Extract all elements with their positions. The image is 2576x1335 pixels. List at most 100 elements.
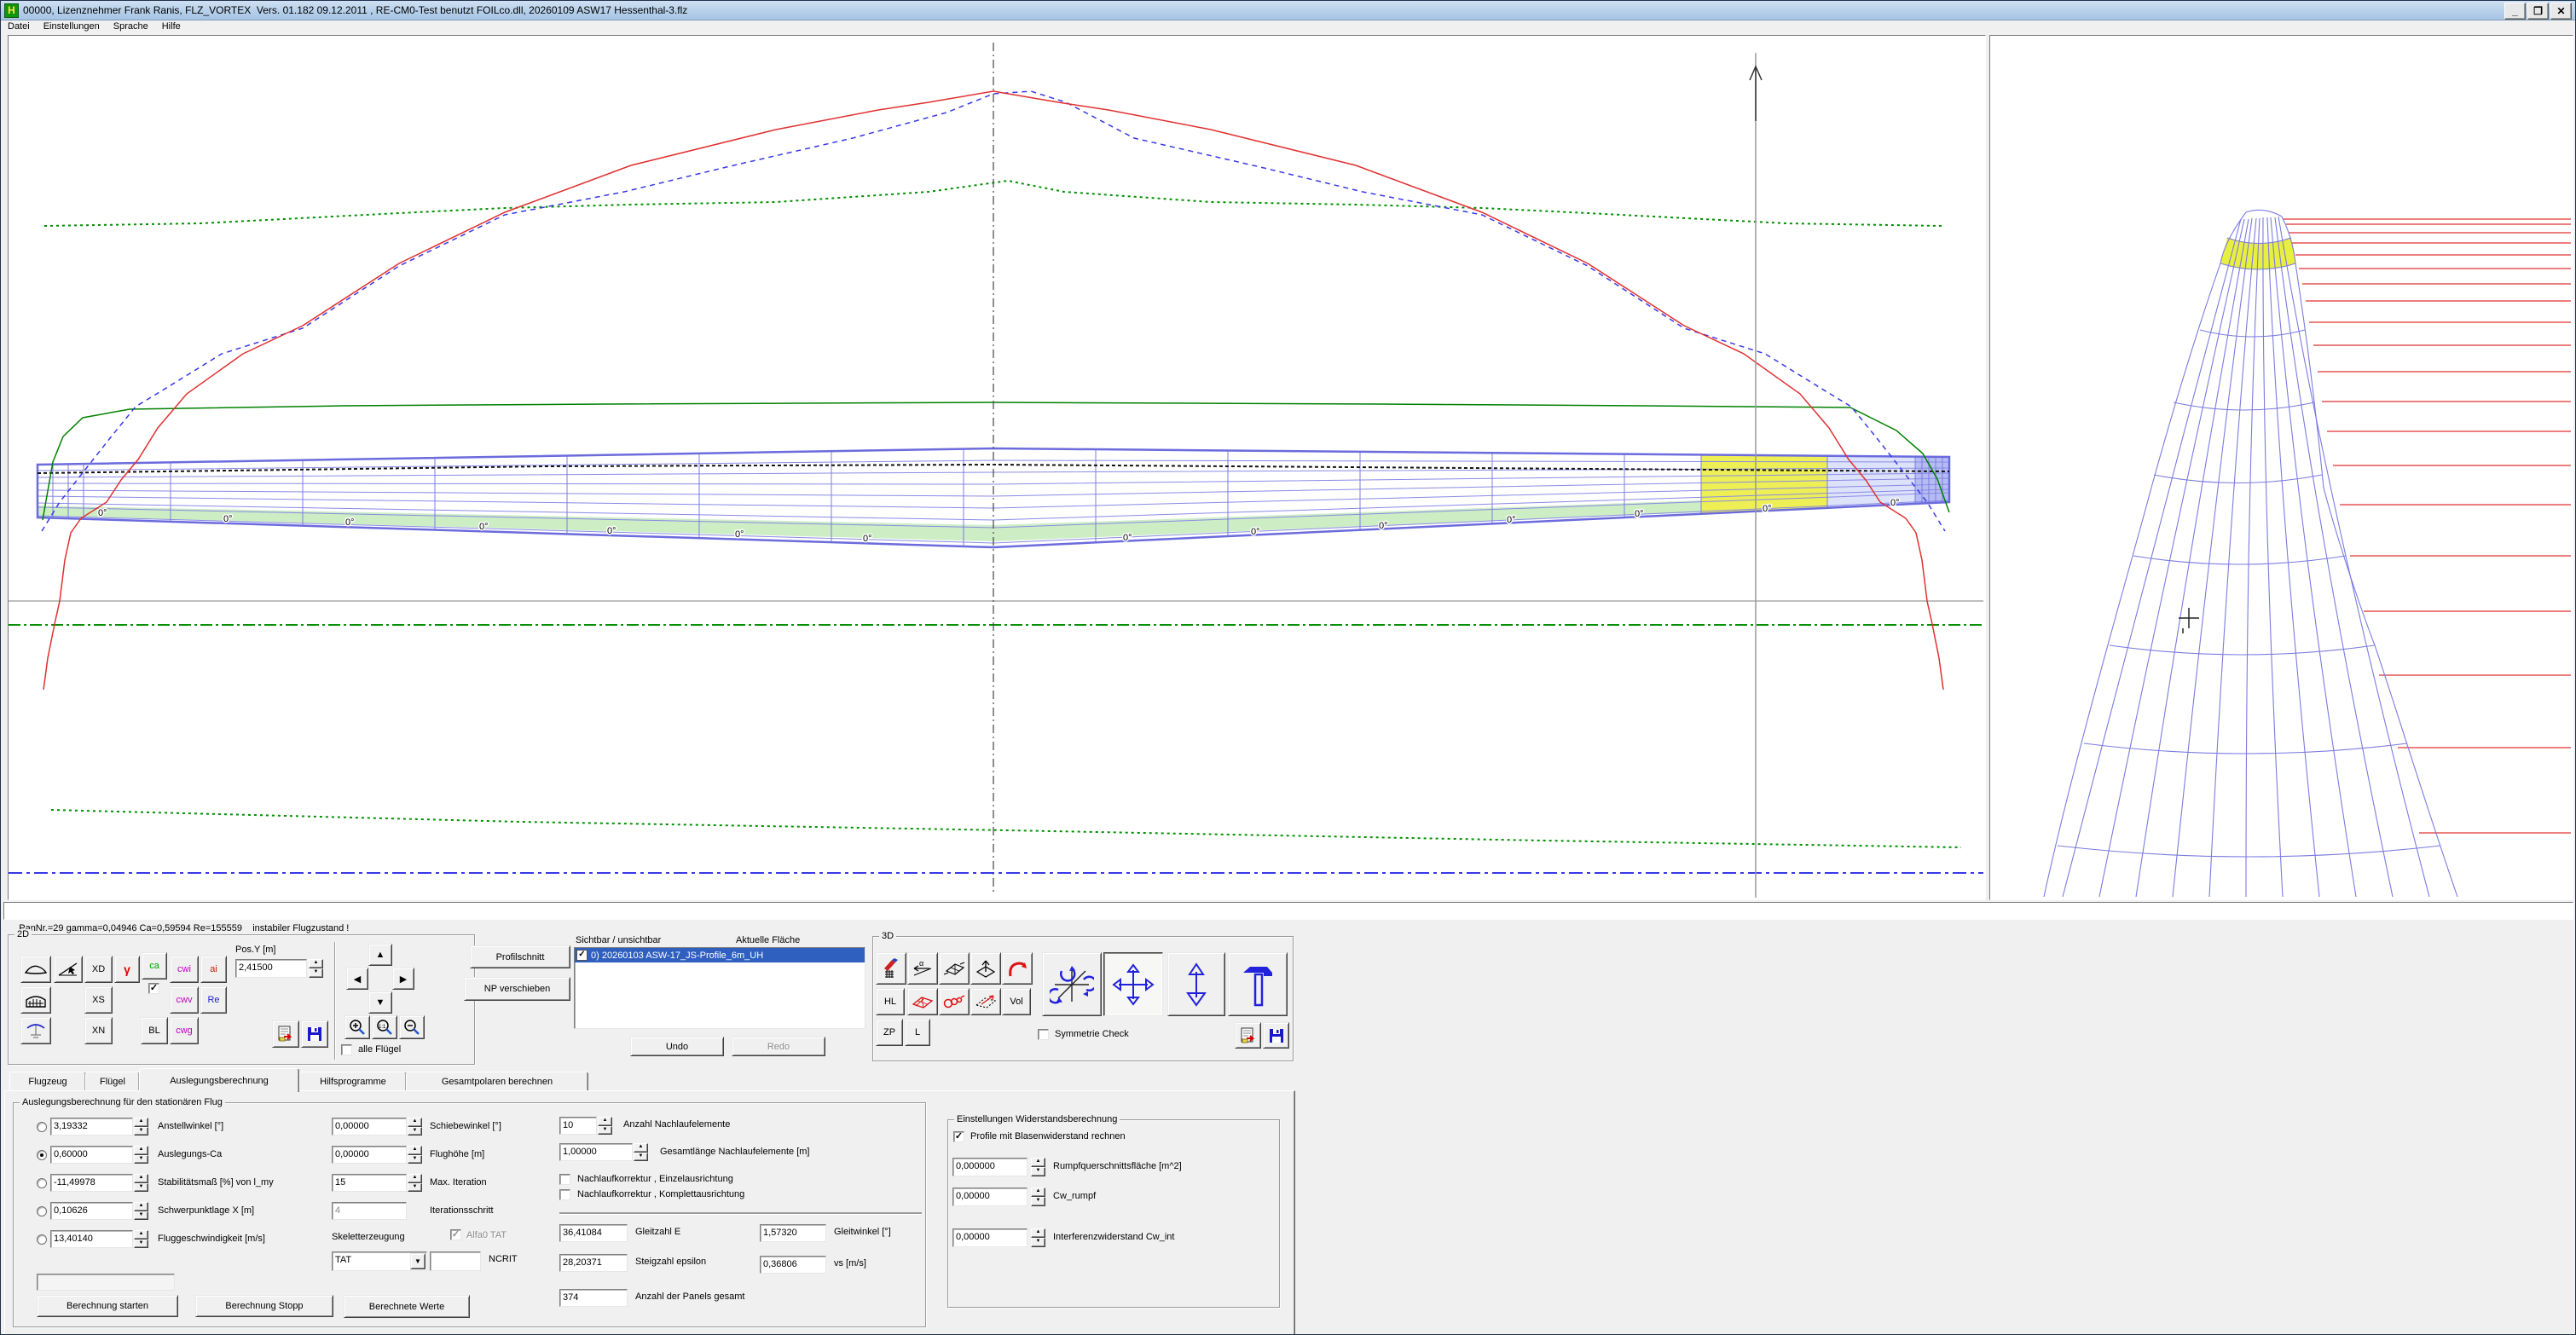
fluggeschwindigkeit-spinner[interactable]: ▲ ▼ (134, 1230, 148, 1248)
panel-mesh-button[interactable] (939, 952, 970, 985)
auslegungs-ca-spinner[interactable]: ▲ ▼ (134, 1146, 148, 1164)
stabilitaetsmass-spinner[interactable]: ▲ ▼ (134, 1174, 148, 1192)
berechnung-stopp-button[interactable]: Berechnung Stopp (195, 1295, 333, 1317)
re-button[interactable]: Re (200, 986, 227, 1014)
cwg-button[interactable]: cwg (170, 1017, 199, 1044)
radio-stabilitaetsmass[interactable] (37, 1178, 47, 1188)
max-iteration-input[interactable]: 15 (332, 1174, 407, 1192)
profilschnitt-button[interactable]: Profilschnitt (470, 945, 570, 968)
pan-up-button[interactable]: ▲ (368, 944, 392, 966)
airfoil-view-button[interactable] (20, 956, 51, 983)
tab-flugzeug[interactable]: Flugzeug (9, 1072, 86, 1092)
title-bar[interactable]: H 00000, Lizenznehmer Frank Ranis, FLZ_V… (1, 1, 2575, 20)
tab-gesamtpolaren[interactable]: Gesamtpolaren berechnen (406, 1072, 588, 1092)
skelett-dropdown[interactable]: TAT ▼ (332, 1251, 427, 1271)
pan-left-button[interactable]: ◀ (346, 968, 368, 990)
surface-list-item[interactable]: ✓ 0) 20260103 ASW-17_JS-Profile_6m_UH (575, 948, 865, 962)
parasol-view-button[interactable] (20, 1017, 51, 1044)
save-3d-button[interactable] (1263, 1022, 1289, 1049)
blasenwiderstand-checkbox[interactable]: ✓ (953, 1131, 964, 1142)
nachlaufkorrektur1-checkbox[interactable] (559, 1174, 570, 1185)
cw-rumpf-spinner[interactable]: ▲ ▼ (1031, 1188, 1045, 1206)
berechnung-starten-button[interactable]: Berechnung starten (37, 1295, 178, 1317)
rumpfflaeche-input[interactable]: 0,000000 (952, 1158, 1028, 1176)
rotate-3d-button[interactable] (1042, 952, 1102, 1016)
hangar-view-button[interactable] (20, 986, 51, 1014)
pan-right-button[interactable]: ▶ (392, 968, 414, 990)
export-3d-button[interactable] (1235, 1022, 1261, 1049)
radio-auslegungs-ca[interactable] (37, 1150, 47, 1160)
tab-hilfsprogramme[interactable]: Hilfsprogramme (299, 1072, 407, 1092)
rumpfflaeche-spinner[interactable]: ▲ ▼ (1031, 1158, 1045, 1176)
bl-button[interactable]: BL (141, 1017, 168, 1044)
anzahl-nachlauf-input[interactable]: 10 (559, 1117, 597, 1135)
planform-canvas[interactable]: 0° 0° 0° 0° 0° 0° 0° 0° 0° 0° 0° 0° 0° 0° (8, 35, 1986, 900)
radio-anstellwinkel[interactable] (37, 1122, 47, 1132)
ca-button[interactable]: ca (142, 952, 167, 980)
gesamtlaenge-input[interactable]: 1,00000 (559, 1143, 633, 1161)
ncrit-input[interactable] (430, 1251, 481, 1271)
undo-button[interactable]: Undo (630, 1037, 724, 1056)
flughoehe-input[interactable]: 0,00000 (332, 1146, 407, 1164)
alpha-flow-button[interactable]: α (907, 952, 938, 985)
normal-vector-button[interactable] (970, 952, 1001, 985)
anzahl-nachlauf-spinner[interactable]: ▲ ▼ (598, 1117, 612, 1135)
auslegungs-ca-input[interactable]: 0,60000 (50, 1146, 133, 1164)
radio-schwerpunktlage[interactable] (37, 1206, 47, 1217)
np-verschieben-button[interactable]: NP verschieben (464, 977, 570, 1001)
xn-button[interactable]: XN (84, 1017, 113, 1044)
radio-fluggeschwindigkeit[interactable] (37, 1234, 47, 1245)
minimize-button[interactable]: _ (2504, 3, 2526, 20)
posy-input[interactable]: 2,41500 (235, 959, 307, 978)
xs-button[interactable]: XS (84, 986, 113, 1014)
vol-button[interactable]: Vol (1002, 988, 1031, 1015)
alle-fluegel-checkbox[interactable] (341, 1044, 352, 1055)
hl-button[interactable]: HL (876, 988, 905, 1015)
flughoehe-spinner[interactable]: ▲ ▼ (408, 1146, 422, 1164)
menu-datei[interactable]: Datei (1, 20, 37, 34)
ca-checkbox[interactable]: ✓ (148, 983, 159, 994)
schwerpunktlage-spinner[interactable]: ▲ ▼ (134, 1202, 148, 1220)
surface-list[interactable]: ✓ 0) 20260103 ASW-17_JS-Profile_6m_UH (574, 947, 865, 1029)
fluggeschwindigkeit-input[interactable]: 13,40140 (50, 1230, 133, 1248)
menu-einstellungen[interactable]: Einstellungen (37, 20, 107, 34)
schiebewinkel-spinner[interactable]: ▲ ▼ (408, 1118, 422, 1136)
xd-button[interactable]: XD (84, 956, 113, 983)
cwv-button[interactable]: cwv (170, 986, 199, 1014)
maximize-button[interactable]: ❒ (2527, 3, 2549, 20)
schwerpunktlage-input[interactable]: 0,10626 (50, 1202, 133, 1220)
tab-auslegungsberechnung[interactable]: Auslegungsberechnung (139, 1068, 299, 1092)
symmetrie-check-checkbox[interactable] (1038, 1029, 1049, 1040)
zoom-out-button[interactable] (399, 1015, 425, 1039)
posy-spinner[interactable]: ▲ ▼ (309, 959, 323, 978)
gamma-button[interactable]: γ (114, 956, 140, 983)
vortex-button[interactable] (939, 988, 970, 1015)
anstellwinkel-spinner[interactable]: ▲ ▼ (134, 1118, 148, 1136)
menu-sprache[interactable]: Sprache (107, 20, 155, 34)
close-button[interactable]: ✕ (2550, 3, 2572, 20)
build-model-button[interactable] (1228, 952, 1288, 1016)
redo-button[interactable]: Redo (732, 1037, 825, 1056)
zoom-in-button[interactable] (344, 1015, 370, 1039)
cw-rumpf-input[interactable]: 0,00000 (952, 1188, 1028, 1206)
dropdown-arrow-icon[interactable]: ▼ (410, 1253, 425, 1269)
reset-view-button[interactable] (1002, 952, 1033, 985)
cw-int-input[interactable]: 0,00000 (952, 1228, 1028, 1247)
ai-button[interactable]: ai (200, 956, 227, 983)
move-vertical-button[interactable] (1167, 952, 1225, 1016)
zoom-reset-button[interactable]: 1:1 (372, 1015, 397, 1039)
export-2d-button[interactable] (272, 1020, 299, 1048)
gesamtlaenge-spinner[interactable]: ▲ ▼ (634, 1143, 648, 1161)
max-iteration-spinner[interactable]: ▲ ▼ (408, 1174, 422, 1192)
view3d-canvas[interactable] (1989, 35, 2573, 900)
red-mesh-button[interactable] (907, 988, 938, 1015)
save-2d-button[interactable] (301, 1020, 328, 1048)
menu-hilfe[interactable]: Hilfe (155, 20, 188, 34)
cwi-button[interactable]: cwi (170, 956, 199, 983)
nachlaufkorrektur2-checkbox[interactable] (559, 1189, 570, 1200)
tab-fluegel[interactable]: Flügel (85, 1072, 140, 1092)
alpha-plane-button[interactable] (54, 956, 83, 983)
anstellwinkel-input[interactable]: 3,19332 (50, 1118, 133, 1136)
render-mode-button[interactable] (876, 952, 906, 985)
zp-button[interactable]: ZP (876, 1019, 903, 1046)
